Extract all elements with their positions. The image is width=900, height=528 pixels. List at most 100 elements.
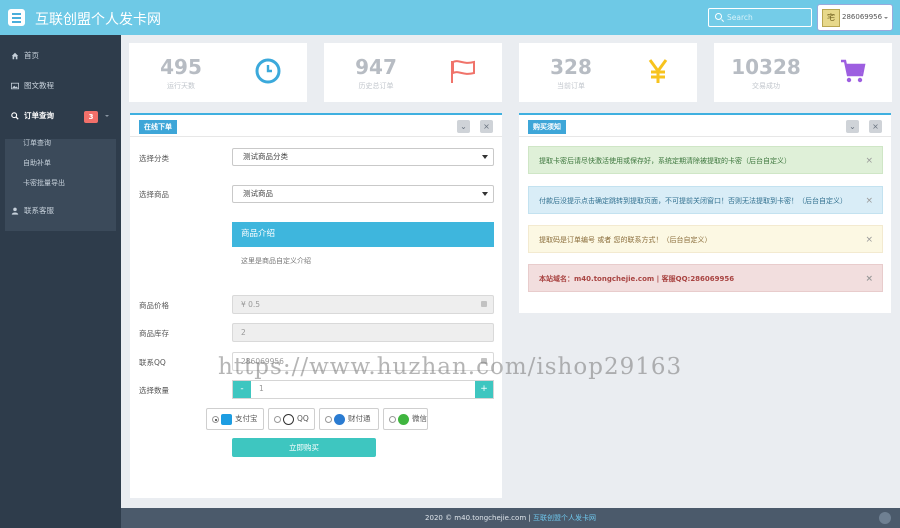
flag-icon — [451, 60, 475, 83]
category-value: 测试商品分类 — [243, 152, 288, 161]
pay-option-alipay[interactable]: 支付宝 — [206, 408, 264, 430]
close-icon[interactable]: × — [865, 147, 873, 175]
quantity-label: 选择数量 — [139, 386, 169, 395]
chevron-down-icon — [884, 17, 888, 21]
collapse-icon[interactable]: ⌄ — [846, 120, 859, 133]
panel-header: 购买须知 ⌄ × — [519, 115, 891, 137]
product-intro-text: 这里是商品自定义介绍 — [241, 257, 311, 265]
collapse-icon[interactable]: ⌄ — [457, 120, 470, 133]
panel-header: 在线下单 ⌄ × — [130, 115, 502, 137]
home-icon — [11, 52, 19, 60]
footer-link[interactable]: 互联创盟个人发卡网 — [533, 514, 596, 522]
quantity-stepper: - 1 + — [232, 380, 494, 399]
notice-text: 本站域名：m40.tongchejie.com | 客服QQ:286069956 — [539, 275, 735, 283]
sidebar-subitem-export[interactable]: 卡密批量导出 — [23, 178, 65, 188]
image-icon — [11, 82, 19, 90]
quantity-value[interactable]: 1 — [259, 384, 264, 393]
price-value: ¥ 0.5 — [241, 300, 261, 309]
stat-value: 328 — [550, 55, 592, 79]
price-field: ¥ 0.5 — [232, 295, 494, 314]
radio-icon — [389, 416, 396, 423]
notice-danger: 本站域名：m40.tongchejie.com | 客服QQ:286069956… — [528, 264, 883, 292]
stat-card-history-orders: 947 历史总订单 — [324, 43, 502, 102]
product-select[interactable]: 测试商品 — [232, 185, 494, 203]
panel-title: 在线下单 — [139, 120, 177, 134]
search-input[interactable]: Search — [708, 8, 812, 27]
pay-label: 支付宝 — [235, 414, 258, 423]
chevron-down-icon — [482, 192, 488, 199]
sidebar-subitem-reissue[interactable]: 自助补单 — [23, 158, 51, 168]
user-name: 286069956 — [842, 13, 883, 21]
footer: 2020 © m40.tongchejie.com | 互联创盟个人发卡网 — [121, 508, 900, 528]
panel-title: 购买须知 — [528, 120, 566, 134]
sidebar-item-label: 图文教程 — [24, 81, 54, 90]
close-icon[interactable]: × — [480, 120, 493, 133]
qq-label: 联系QQ — [139, 358, 166, 367]
quantity-minus-button[interactable]: - — [233, 381, 251, 398]
footer-copyright: 2020 © m40.tongchejie.com | — [425, 514, 533, 522]
close-icon[interactable]: × — [869, 120, 882, 133]
close-icon[interactable]: × — [865, 265, 873, 293]
radio-icon — [274, 416, 281, 423]
quantity-plus-button[interactable]: + — [475, 381, 493, 398]
search-placeholder: Search — [727, 13, 753, 22]
product-value: 测试商品 — [243, 189, 273, 198]
chevron-down-icon — [482, 155, 488, 162]
top-navbar: 互联创盟个人发卡网 Search 宅 286069956 — [0, 0, 900, 35]
stock-field: 2 — [232, 323, 494, 342]
search-icon — [715, 13, 722, 20]
radio-icon — [212, 416, 219, 423]
sidebar-item-label: 订单查询 — [24, 111, 54, 120]
stat-card-current-orders: 328 当前订单 — [519, 43, 697, 102]
notice-success: 提取卡密后请尽快激活使用或保存好，系统定期清除被提取的卡密（后台自定义） × — [528, 146, 883, 174]
pay-option-tenpay[interactable]: 财付通 — [319, 408, 379, 430]
user-menu[interactable]: 宅 286069956 — [817, 4, 893, 31]
close-icon[interactable]: × — [865, 187, 873, 215]
sidebar-item-tutorial[interactable]: 图文教程 — [0, 75, 121, 97]
sidebar-item-label: 首页 — [24, 51, 39, 60]
stat-label: 历史总订单 — [358, 82, 394, 90]
pay-option-wechat[interactable]: 微信 — [383, 408, 428, 430]
qq-penguin-icon — [283, 414, 294, 425]
stat-label: 交易成功 — [752, 82, 780, 90]
close-icon[interactable]: × — [865, 226, 873, 254]
stock-label: 商品库存 — [139, 329, 169, 338]
pay-label: 财付通 — [348, 414, 371, 423]
buy-now-button[interactable]: 立即购买 — [232, 438, 376, 457]
sidebar-subitem-order-query[interactable]: 订单查询 — [23, 138, 51, 148]
stat-value: 10328 — [731, 55, 801, 79]
category-label: 选择分类 — [139, 154, 169, 163]
stat-label: 运行天数 — [167, 82, 195, 90]
price-label: 商品价格 — [139, 301, 169, 310]
notice-text: 提取卡密后请尽快激活使用或保存好，系统定期清除被提取的卡密（后台自定义） — [539, 157, 791, 165]
search-icon — [11, 112, 19, 120]
stat-card-days: 495 运行天数 — [129, 43, 307, 102]
sidebar-item-contact[interactable]: 联系客服 — [0, 200, 121, 222]
avatar: 宅 — [822, 9, 840, 27]
watermark: https://www.huzhan.com/ishop29163 — [218, 354, 683, 380]
sidebar: 首页 图文教程 订单查询 3 订单查询 自助补单 卡密批量导出 联系客服 — [0, 35, 121, 528]
user-icon — [11, 207, 19, 215]
tenpay-icon — [334, 414, 345, 425]
notice-info: 付款后没提示点击确定跳转到提取页面，不可提前关闭窗口！否则无法提取到卡密！（后台… — [528, 186, 883, 214]
yen-icon — [648, 59, 668, 83]
pay-label: QQ — [297, 414, 309, 423]
notice-warning: 提取码是订单编号 或者 您的联系方式！（后台自定义） × — [528, 225, 883, 253]
stock-value: 2 — [241, 328, 246, 337]
scroll-top-icon[interactable] — [879, 512, 891, 524]
site-title[interactable]: 互联创盟个人发卡网 — [35, 9, 161, 29]
clock-icon — [255, 58, 281, 84]
category-select[interactable]: 测试商品分类 — [232, 148, 494, 166]
notice-text: 付款后没提示点击确定跳转到提取页面，不可提前关闭窗口！否则无法提取到卡密！（后台… — [539, 197, 847, 205]
notice-text: 提取码是订单编号 或者 您的联系方式！（后台自定义） — [539, 236, 712, 244]
radio-icon — [325, 416, 332, 423]
alipay-icon — [221, 414, 232, 425]
menu-toggle-icon[interactable] — [8, 9, 25, 26]
sidebar-item-home[interactable]: 首页 — [0, 45, 121, 67]
product-intro-header: 商品介绍 — [232, 222, 494, 247]
cart-icon — [841, 59, 866, 83]
sidebar-item-order-query[interactable]: 订单查询 3 — [0, 105, 121, 127]
order-count-badge: 3 — [84, 111, 98, 123]
pay-label: 微信 — [412, 414, 427, 423]
pay-option-qq[interactable]: QQ — [268, 408, 315, 430]
